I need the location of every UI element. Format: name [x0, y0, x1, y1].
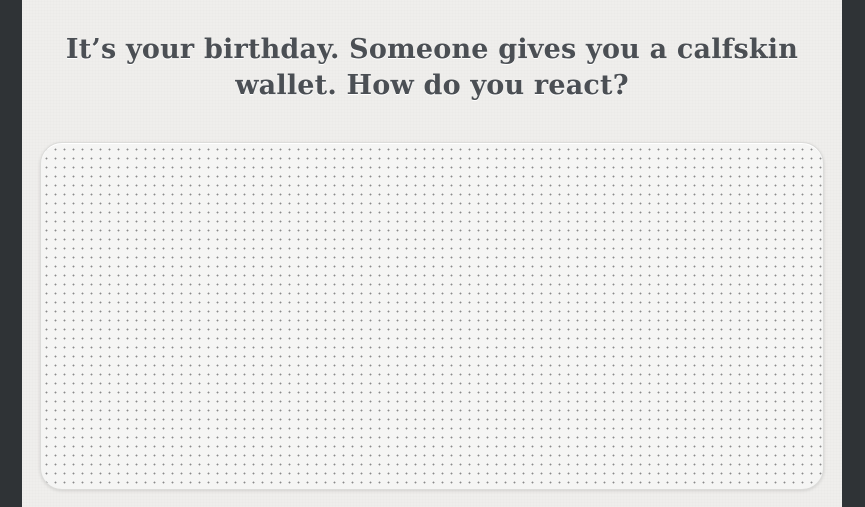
question-page: It’s your birthday. Someone gives you a … — [22, 0, 842, 507]
right-frame-border — [842, 0, 865, 507]
answer-area[interactable] — [40, 142, 824, 490]
answer-input[interactable] — [51, 153, 813, 479]
left-frame-border — [0, 0, 22, 507]
question-heading: It’s your birthday. Someone gives you a … — [65, 34, 799, 101]
